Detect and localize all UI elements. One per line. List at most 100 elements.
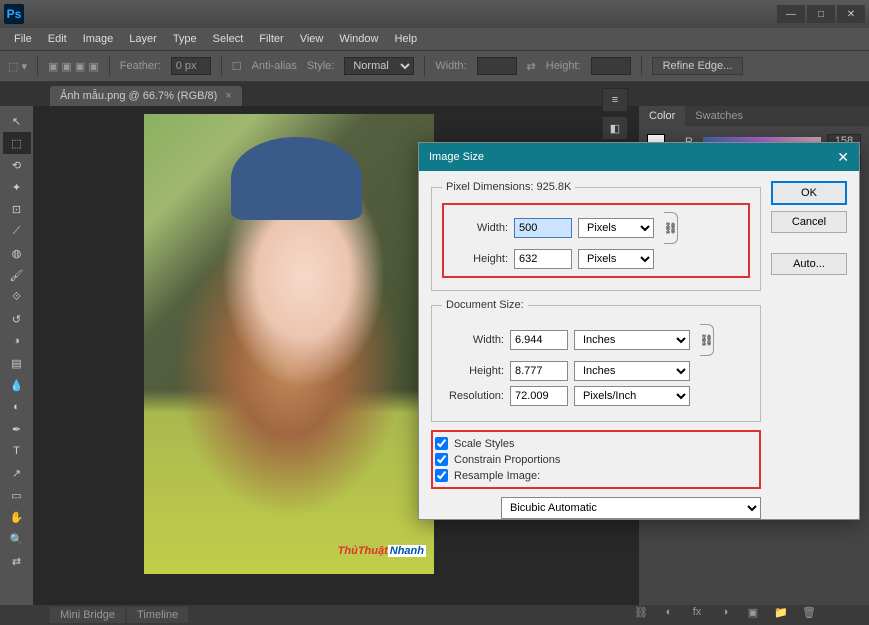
dialog-close-icon[interactable]: ✕ — [837, 149, 849, 166]
px-height-unit-select[interactable]: Pixels — [578, 249, 654, 269]
ps-logo-icon: Ps — [4, 4, 24, 24]
dodge-tool[interactable]: ◐ — [3, 396, 31, 418]
options-bar: ⬚ ▾ ▣ ▣ ▣ ▣ Feather: ☐ Anti-alias Style:… — [0, 50, 869, 82]
resample-image-checkbox[interactable] — [435, 469, 448, 482]
scale-styles-label: Scale Styles — [454, 438, 515, 450]
tab-mini-bridge[interactable]: Mini Bridge — [50, 607, 125, 623]
menu-help[interactable]: Help — [386, 30, 425, 48]
history-brush-tool[interactable]: ↺ — [3, 308, 31, 330]
panel-icon-1[interactable]: ≡ — [602, 88, 628, 112]
tools-panel: ↖ ⬚ ⟲ ✦ ⊡ ⟋ ◍ 🖌 ⟐ ↺ ◑ ▤ 💧 ◐ ✒ T ↗ ▭ ✋ 🔍 … — [0, 106, 34, 605]
doc-height-unit-select[interactable]: Inches — [574, 361, 690, 381]
cancel-button[interactable]: Cancel — [771, 211, 847, 233]
dialog-titlebar[interactable]: Image Size ✕ — [419, 143, 859, 171]
ok-button[interactable]: OK — [771, 181, 847, 205]
hand-tool[interactable]: ✋ — [3, 506, 31, 528]
antialias-checkbox[interactable]: ☐ — [232, 60, 242, 73]
px-width-unit-select[interactable]: Pixels — [578, 218, 654, 238]
menu-image[interactable]: Image — [75, 30, 122, 48]
selection-mode-icons[interactable]: ▣ ▣ ▣ ▣ — [48, 60, 99, 73]
crop-tool[interactable]: ⊡ — [3, 198, 31, 220]
px-height-input[interactable] — [514, 249, 572, 269]
resolution-input[interactable] — [510, 386, 568, 406]
window-controls: — □ ✕ — [777, 5, 865, 23]
footer-icon-5[interactable]: ▣ — [742, 603, 764, 621]
magic-wand-tool[interactable]: ✦ — [3, 176, 31, 198]
menu-filter[interactable]: Filter — [251, 30, 291, 48]
width-label: Width: — [435, 60, 466, 72]
watermark: ThủThuậtNhanh — [338, 537, 426, 560]
antialias-label: Anti-alias — [252, 60, 297, 72]
image-content-hat — [231, 137, 362, 220]
resolution-unit-select[interactable]: Pixels/Inch — [574, 386, 690, 406]
collapsed-panel-icons: ≡ ◧ — [602, 88, 630, 140]
tab-color[interactable]: Color — [639, 106, 685, 126]
menu-type[interactable]: Type — [165, 30, 205, 48]
link-doc-dimensions-icon[interactable]: ⛓ — [700, 324, 714, 356]
gradient-tool[interactable]: ▤ — [3, 352, 31, 374]
checkbox-highlight: Scale Styles Constrain Proportions Resam… — [431, 430, 761, 489]
panel-icon-2[interactable]: ◧ — [602, 116, 628, 140]
footer-icon-4[interactable]: ◑ — [714, 603, 736, 621]
panel-footer-icons: ⛓ ◐ fx ◑ ▣ 📁 🗑 — [630, 603, 820, 621]
footer-icon-2[interactable]: ◐ — [658, 603, 680, 621]
healing-brush-tool[interactable]: ◍ — [3, 242, 31, 264]
tab-swatches[interactable]: Swatches — [685, 106, 753, 126]
close-tab-icon[interactable]: × — [225, 90, 231, 102]
marquee-mode-icon[interactable]: ⬚ ▾ — [8, 60, 27, 73]
style-select[interactable]: Normal — [344, 57, 414, 75]
constrain-proportions-checkbox[interactable] — [435, 453, 448, 466]
close-window-button[interactable]: ✕ — [837, 5, 865, 23]
pixel-dimensions-group: Pixel Dimensions: 925.8K Width: Pixels ⛓… — [431, 181, 761, 291]
lasso-tool[interactable]: ⟲ — [3, 154, 31, 176]
px-width-input[interactable] — [514, 218, 572, 238]
marquee-tool[interactable]: ⬚ — [3, 132, 31, 154]
menu-layer[interactable]: Layer — [121, 30, 165, 48]
eyedropper-tool[interactable]: ⟋ — [3, 220, 31, 242]
refine-edge-button[interactable]: Refine Edge... — [652, 57, 744, 75]
path-select-tool[interactable]: ↗ — [3, 462, 31, 484]
footer-icon-6[interactable]: 📁 — [770, 603, 792, 621]
resolution-label: Resolution: — [442, 390, 504, 402]
minimize-button[interactable]: — — [777, 5, 805, 23]
blur-tool[interactable]: 💧 — [3, 374, 31, 396]
document-canvas[interactable]: ThủThuậtNhanh — [144, 114, 434, 574]
resample-image-label: Resample Image: — [454, 470, 540, 482]
dialog-title: Image Size — [429, 151, 484, 163]
menu-window[interactable]: Window — [331, 30, 386, 48]
height-input — [591, 57, 631, 75]
footer-icon-1[interactable]: ⛓ — [630, 603, 652, 621]
doc-width-unit-select[interactable]: Inches — [574, 330, 690, 350]
type-tool[interactable]: T — [3, 440, 31, 462]
menu-select[interactable]: Select — [205, 30, 252, 48]
menu-edit[interactable]: Edit — [40, 30, 75, 48]
resample-method-select[interactable]: Bicubic Automatic — [501, 497, 761, 519]
document-tab[interactable]: Ảnh mẫu.png @ 66.7% (RGB/8) × — [50, 86, 242, 106]
feather-input[interactable] — [171, 57, 211, 75]
doc-height-label: Height: — [442, 365, 504, 377]
scale-styles-checkbox[interactable] — [435, 437, 448, 450]
menu-bar: File Edit Image Layer Type Select Filter… — [0, 28, 869, 50]
menu-file[interactable]: File — [6, 30, 40, 48]
brush-tool[interactable]: 🖌 — [3, 264, 31, 286]
clone-stamp-tool[interactable]: ⟐ — [3, 286, 31, 308]
swap-colors-icon[interactable]: ⇄ — [3, 550, 31, 572]
doc-height-input[interactable] — [510, 361, 568, 381]
pen-tool[interactable]: ✒ — [3, 418, 31, 440]
link-dimensions-icon[interactable]: ⛓ — [664, 212, 678, 244]
move-tool[interactable]: ↖ — [3, 110, 31, 132]
footer-icon-7[interactable]: 🗑 — [798, 603, 820, 621]
eraser-tool[interactable]: ◑ — [3, 330, 31, 352]
document-tab-bar: Ảnh mẫu.png @ 66.7% (RGB/8) × — [0, 82, 869, 106]
px-height-label: Height: — [446, 253, 508, 265]
footer-icon-3[interactable]: fx — [686, 603, 708, 621]
zoom-tool[interactable]: 🔍 — [3, 528, 31, 550]
doc-width-input[interactable] — [510, 330, 568, 350]
tab-timeline[interactable]: Timeline — [127, 607, 188, 623]
menu-view[interactable]: View — [292, 30, 332, 48]
shape-tool[interactable]: ▭ — [3, 484, 31, 506]
swap-wh-icon: ⇄ — [527, 60, 536, 73]
style-label: Style: — [307, 60, 335, 72]
auto-button[interactable]: Auto... — [771, 253, 847, 275]
maximize-button[interactable]: □ — [807, 5, 835, 23]
